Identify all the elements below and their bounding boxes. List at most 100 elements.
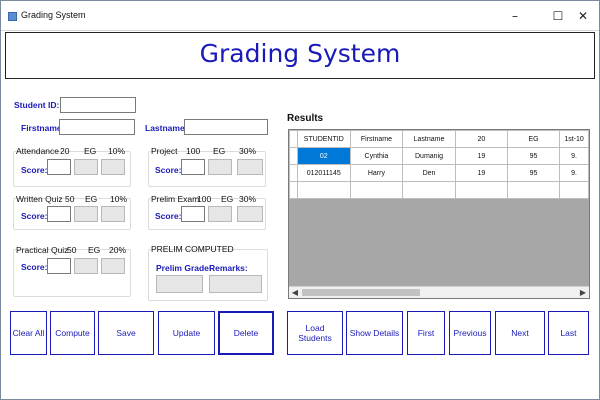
prelim-computed-title: PRELIM COMPUTED	[151, 244, 234, 254]
delete-button[interactable]: Delete	[218, 311, 274, 355]
column-header[interactable]: 1st-10	[559, 130, 589, 148]
table-cell[interactable]	[296, 181, 351, 199]
table-cell[interactable]: 012011145	[296, 164, 351, 182]
scroll-left-icon[interactable]: ◀	[289, 287, 301, 298]
table-cell[interactable]: 9.	[559, 147, 589, 165]
row-header-cell	[289, 130, 298, 148]
firstname-label: Firstname:	[21, 123, 65, 133]
table-cell[interactable]: 02	[296, 147, 351, 165]
prelim-exam-title: Prelim Exam	[151, 194, 200, 204]
project-score-input[interactable]	[181, 159, 205, 175]
lastname-label: Lastname:	[145, 123, 188, 133]
table-cell[interactable]	[402, 181, 456, 199]
next-button[interactable]: Next	[495, 311, 545, 355]
project-score-label: Score:	[155, 165, 182, 175]
written-quiz-title: Written Quiz	[16, 194, 63, 204]
attendance-score-input[interactable]	[47, 159, 71, 175]
table-cell[interactable]	[506, 181, 561, 199]
results-label: Results	[287, 113, 324, 124]
written-quiz-pct: 10%	[110, 194, 128, 204]
written-quiz-score-input[interactable]	[47, 206, 71, 222]
scrollbar-thumb[interactable]	[302, 289, 420, 296]
written-quiz-score-label: Score:	[21, 211, 48, 221]
column-header[interactable]: 20	[454, 130, 508, 148]
written-quiz-items: 50	[65, 194, 75, 204]
header-panel: Grading System	[5, 32, 595, 79]
previous-button[interactable]: Previous	[449, 311, 491, 355]
student-id-label: Student ID:	[14, 100, 60, 110]
table-cell[interactable]	[454, 181, 508, 199]
attendance-score-label: Score:	[21, 165, 48, 175]
project-pct: 30%	[239, 146, 257, 156]
update-button[interactable]: Update	[158, 311, 215, 355]
table-cell[interactable]: Harry	[349, 164, 404, 182]
show-details-button[interactable]: Show Details	[346, 311, 403, 355]
remarks-output	[209, 275, 262, 293]
maximize-icon[interactable]: ☐	[550, 8, 566, 24]
load-students-button[interactable]: Load Students	[287, 311, 343, 355]
prelim-grade-output	[156, 275, 203, 293]
last-button[interactable]: Last	[548, 311, 589, 355]
prelim-exam-eg-output	[208, 206, 232, 222]
table-cell[interactable]: 19	[454, 164, 508, 182]
table-cell[interactable]: 95	[506, 147, 561, 165]
clear-all-button[interactable]: Clear All	[10, 311, 47, 355]
scroll-right-icon[interactable]: ▶	[577, 287, 589, 298]
horizontal-scrollbar[interactable]: ◀ ▶	[289, 286, 589, 298]
written-quiz-eg: EG	[85, 194, 98, 204]
title-bar: Grading System – ☐ ✕	[1, 1, 599, 31]
prelim-grade-label: Prelim Grade:	[156, 263, 212, 273]
results-table: STUDENTID Firstname Lastname 20 EG 1st-1…	[289, 130, 589, 199]
attendance-eg: EG	[84, 146, 97, 156]
table-cell[interactable]: Dumanig	[402, 147, 456, 165]
attendance-title: Attendance	[16, 146, 60, 156]
minimize-icon[interactable]: –	[507, 8, 523, 24]
save-button[interactable]: Save	[98, 311, 154, 355]
practical-quiz-score-label: Score:	[21, 262, 48, 272]
written-quiz-eg-output	[74, 206, 98, 222]
project-eg-output	[208, 159, 232, 175]
prelim-exam-score-label: Score:	[155, 211, 182, 221]
prelim-exam-score-input[interactable]	[181, 206, 205, 222]
lastname-input[interactable]	[184, 119, 268, 135]
results-grid[interactable]: STUDENTID Firstname Lastname 20 EG 1st-1…	[288, 129, 590, 299]
firstname-input[interactable]	[59, 119, 135, 135]
column-header[interactable]: EG	[506, 130, 561, 148]
window-title: Grading System	[21, 10, 86, 20]
table-row[interactable]: 012011145 Harry Den 19 95 9.	[289, 164, 589, 182]
practical-quiz-title: Practical Quiz	[16, 245, 69, 255]
compute-button[interactable]: Compute	[50, 311, 95, 355]
column-header[interactable]: Lastname	[402, 130, 456, 148]
table-cell[interactable]: 19	[454, 147, 508, 165]
attendance-eg-output	[74, 159, 98, 175]
row-header-cell[interactable]	[289, 147, 298, 165]
table-cell[interactable]: 95	[506, 164, 561, 182]
table-cell[interactable]: 9.	[559, 164, 589, 182]
table-row[interactable]	[289, 181, 589, 199]
table-cell[interactable]	[559, 181, 589, 199]
first-button[interactable]: First	[407, 311, 445, 355]
page-title: Grading System	[199, 39, 401, 68]
remarks-label: Remarks:	[209, 263, 248, 273]
table-row[interactable]: 02 Cynthia Dumanig 19 95 9.	[289, 147, 589, 165]
row-header-cell[interactable]	[289, 164, 298, 182]
written-quiz-pct-output	[101, 206, 125, 222]
attendance-items: 20	[60, 146, 70, 156]
app-icon	[8, 12, 17, 21]
project-pct-output	[237, 159, 263, 175]
row-header-cell[interactable]	[289, 181, 298, 199]
prelim-exam-pct-output	[237, 206, 263, 222]
column-header[interactable]: Firstname	[349, 130, 404, 148]
student-id-input[interactable]	[60, 97, 136, 113]
table-cell[interactable]: Cynthia	[349, 147, 404, 165]
table-cell[interactable]: Den	[402, 164, 456, 182]
table-header-row: STUDENTID Firstname Lastname 20 EG 1st-1…	[289, 130, 589, 148]
practical-quiz-items: 50	[67, 245, 77, 255]
column-header[interactable]: STUDENTID	[296, 130, 351, 148]
practical-quiz-score-input[interactable]	[47, 258, 71, 274]
practical-quiz-eg: EG	[88, 245, 101, 255]
close-icon[interactable]: ✕	[575, 8, 591, 24]
table-cell[interactable]	[349, 181, 404, 199]
prelim-exam-eg: EG	[221, 194, 234, 204]
app-window: Grading System – ☐ ✕ Grading System Stud…	[0, 0, 600, 400]
